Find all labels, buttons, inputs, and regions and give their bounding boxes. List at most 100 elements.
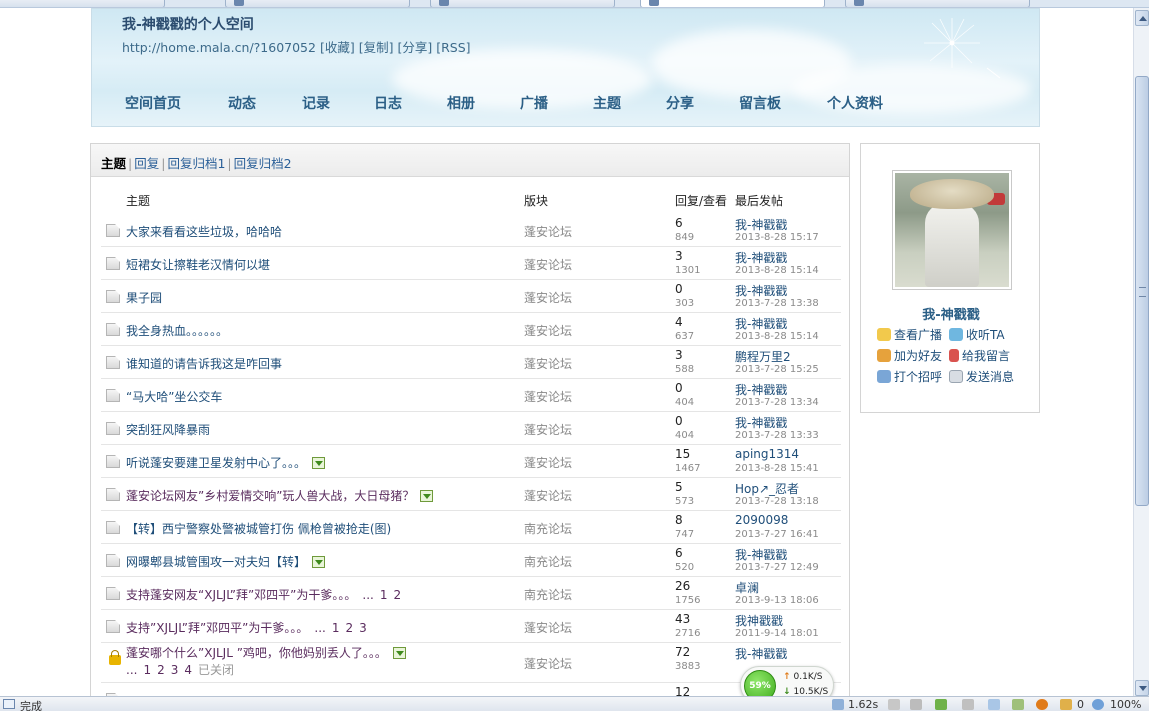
browser-tab[interactable]	[0, 0, 165, 7]
board-link[interactable]: 南充论坛	[524, 586, 572, 603]
profile-name[interactable]: 我-神戳戳	[861, 304, 1041, 323]
topic-title-link[interactable]: 我全身热血。。。。。。	[126, 322, 228, 339]
user-icon[interactable]	[910, 699, 922, 710]
board-link[interactable]: 蓬安论坛	[524, 487, 572, 504]
topic-title-link[interactable]: “马大哈”坐公交车	[126, 388, 222, 405]
nav-profile[interactable]: 个人资料	[827, 93, 883, 113]
nav-broadcast[interactable]: 广播	[520, 93, 548, 113]
tools-icon[interactable]	[962, 699, 974, 710]
leave-message-button[interactable]: 给我留言	[949, 347, 1010, 364]
nav-album[interactable]: 相册	[447, 93, 475, 113]
browser-tab[interactable]	[845, 0, 1030, 7]
browser-tab[interactable]	[430, 0, 615, 7]
follow-button[interactable]: 收听TA	[949, 326, 1005, 343]
last-poster-link[interactable]: 我-神戳戳	[735, 546, 787, 563]
topic-title-link[interactable]: 蓬安哪个什么”XJLJL ”鸡吧，你他妈别丢人了。。。	[126, 646, 387, 660]
last-poster-link[interactable]: 2090098	[735, 513, 788, 527]
board-link[interactable]: 蓬安论坛	[524, 454, 572, 471]
topic-title-link[interactable]: 大家来看看这些垃圾，哈哈哈	[126, 223, 282, 240]
board-link[interactable]: 蓬安论坛	[524, 655, 572, 672]
topic-title-link[interactable]: 听说蓬安要建卫星发射中心了。。。	[126, 456, 306, 470]
page-link[interactable]: 2	[345, 621, 353, 635]
last-poster-link[interactable]: 我-神戳戳	[735, 414, 787, 431]
board-link[interactable]: 蓬安论坛	[524, 388, 572, 405]
nav-guestbook[interactable]: 留言板	[739, 93, 781, 113]
board-link[interactable]: 蓬安论坛	[524, 322, 572, 339]
record-icon[interactable]	[1036, 699, 1048, 710]
last-poster-link[interactable]: 我神戳戳	[735, 612, 783, 629]
network-status-icon[interactable]	[832, 699, 844, 710]
board-link[interactable]: 南充论坛	[524, 520, 572, 537]
avatar[interactable]	[892, 170, 1012, 290]
topic-title-link[interactable]: 果子园	[126, 289, 162, 306]
space-url-link[interactable]: http://home.mala.cn/?1607052	[122, 40, 316, 55]
topic-title-link[interactable]: 【转】西宁警察处警被城管打伤 佩枪曾被抢走(图)	[126, 520, 391, 537]
board-link[interactable]: 蓬安论坛	[524, 256, 572, 273]
copy-link[interactable]: [复制]	[359, 40, 394, 55]
tab-topics[interactable]: 主题	[101, 156, 126, 171]
topic-title-link[interactable]: 蓬安论坛网友”乡村爱情交响”玩人兽大战，大日母猪？	[126, 489, 414, 503]
download-icon[interactable]	[935, 699, 947, 710]
leave-message-label: 给我留言	[962, 349, 1011, 363]
last-poster-link[interactable]: 我-神戳戳	[735, 315, 787, 332]
scroll-up-button[interactable]	[1135, 10, 1149, 26]
settings-icon[interactable]	[888, 699, 900, 710]
board-link[interactable]: 蓬安论坛	[524, 421, 572, 438]
notes-icon[interactable]	[1060, 699, 1072, 710]
page-link[interactable]: 1	[332, 621, 340, 635]
tab-replies[interactable]: 回复	[134, 156, 159, 171]
favorite-link[interactable]: [收藏]	[320, 40, 355, 55]
last-poster-link[interactable]: aping1314	[735, 447, 799, 461]
nav-blog[interactable]: 日志	[374, 93, 402, 113]
nav-activity[interactable]: 动态	[228, 93, 256, 113]
zoom-icon[interactable]	[1092, 699, 1104, 710]
board-link[interactable]: 南充论坛	[524, 553, 572, 570]
wifi-icon[interactable]	[988, 699, 1000, 710]
page-link[interactable]: 2	[393, 588, 401, 602]
last-poster-link[interactable]: 我-神戳戳	[735, 216, 787, 233]
last-poster-link[interactable]: 我-神戳戳	[735, 282, 787, 299]
nav-home[interactable]: 空间首页	[125, 93, 181, 113]
say-hello-button[interactable]: 打个招呼	[877, 368, 942, 385]
add-friend-button[interactable]: 加为好友	[877, 347, 942, 364]
browser-tab[interactable]	[225, 0, 410, 7]
share-link[interactable]: [分享]	[397, 40, 432, 55]
nav-records[interactable]: 记录	[302, 93, 330, 113]
page-link[interactable]: 1	[380, 588, 388, 602]
topic-title-link[interactable]: 网曝郫县城管围攻一对夫妇【转】	[126, 555, 306, 569]
vertical-scrollbar[interactable]	[1133, 8, 1149, 696]
zoom-level[interactable]: 100%	[1110, 698, 1141, 711]
page-link[interactable]: 2	[157, 663, 165, 677]
page-link[interactable]: 4	[184, 663, 192, 677]
board-link[interactable]: 蓬安论坛	[524, 619, 572, 636]
topic-title-link[interactable]: 支持”XJLJL”拜”邓四平”为干爹。。。	[126, 621, 308, 635]
nav-topics[interactable]: 主题	[593, 93, 621, 113]
topic-title: 网曝郫县城管围攻一对夫妇【转】	[126, 553, 326, 570]
topic-title-link[interactable]: 短裙女让擦鞋老汉情何以堪	[126, 256, 270, 273]
last-poster-link[interactable]: 卓澜	[735, 579, 759, 596]
topic-title-link[interactable]: 谁知道的请告诉我这是咋回事	[126, 355, 282, 372]
last-poster-link[interactable]: Hop↗_忍者	[735, 480, 799, 497]
last-poster-link[interactable]: 鹏程万里2	[735, 348, 791, 365]
last-poster-link[interactable]: 我-神戳戳	[735, 645, 787, 662]
board-link[interactable]: 蓬安论坛	[524, 355, 572, 372]
nav-share[interactable]: 分享	[666, 93, 694, 113]
extension-icon[interactable]	[1012, 699, 1024, 710]
send-message-button[interactable]: 发送消息	[949, 368, 1014, 385]
rss-link[interactable]: [RSS]	[436, 40, 470, 55]
last-poster-link[interactable]: 我-神戳戳	[735, 249, 787, 266]
browser-tab-active[interactable]	[640, 0, 825, 7]
tab-reply-archive-2[interactable]: 回复归档2	[234, 156, 292, 171]
page-link[interactable]: 3	[171, 663, 179, 677]
topic-title-link[interactable]: 突刮狂风降暴雨	[126, 421, 210, 438]
tab-reply-archive-1[interactable]: 回复归档1	[167, 156, 225, 171]
board-link[interactable]: 蓬安论坛	[524, 223, 572, 240]
view-broadcast-button[interactable]: 查看广播	[877, 326, 942, 343]
page-link[interactable]: 3	[359, 621, 367, 635]
scroll-down-button[interactable]	[1135, 680, 1149, 696]
last-poster-link[interactable]: 我-神戳戳	[735, 381, 787, 398]
scroll-thumb[interactable]	[1135, 76, 1149, 506]
board-link[interactable]: 蓬安论坛	[524, 289, 572, 306]
topic-title-link[interactable]: 支持蓬安网友“XJLJL”拜”邓四平”为干爹。。。	[126, 588, 356, 602]
page-link[interactable]: 1	[143, 663, 151, 677]
